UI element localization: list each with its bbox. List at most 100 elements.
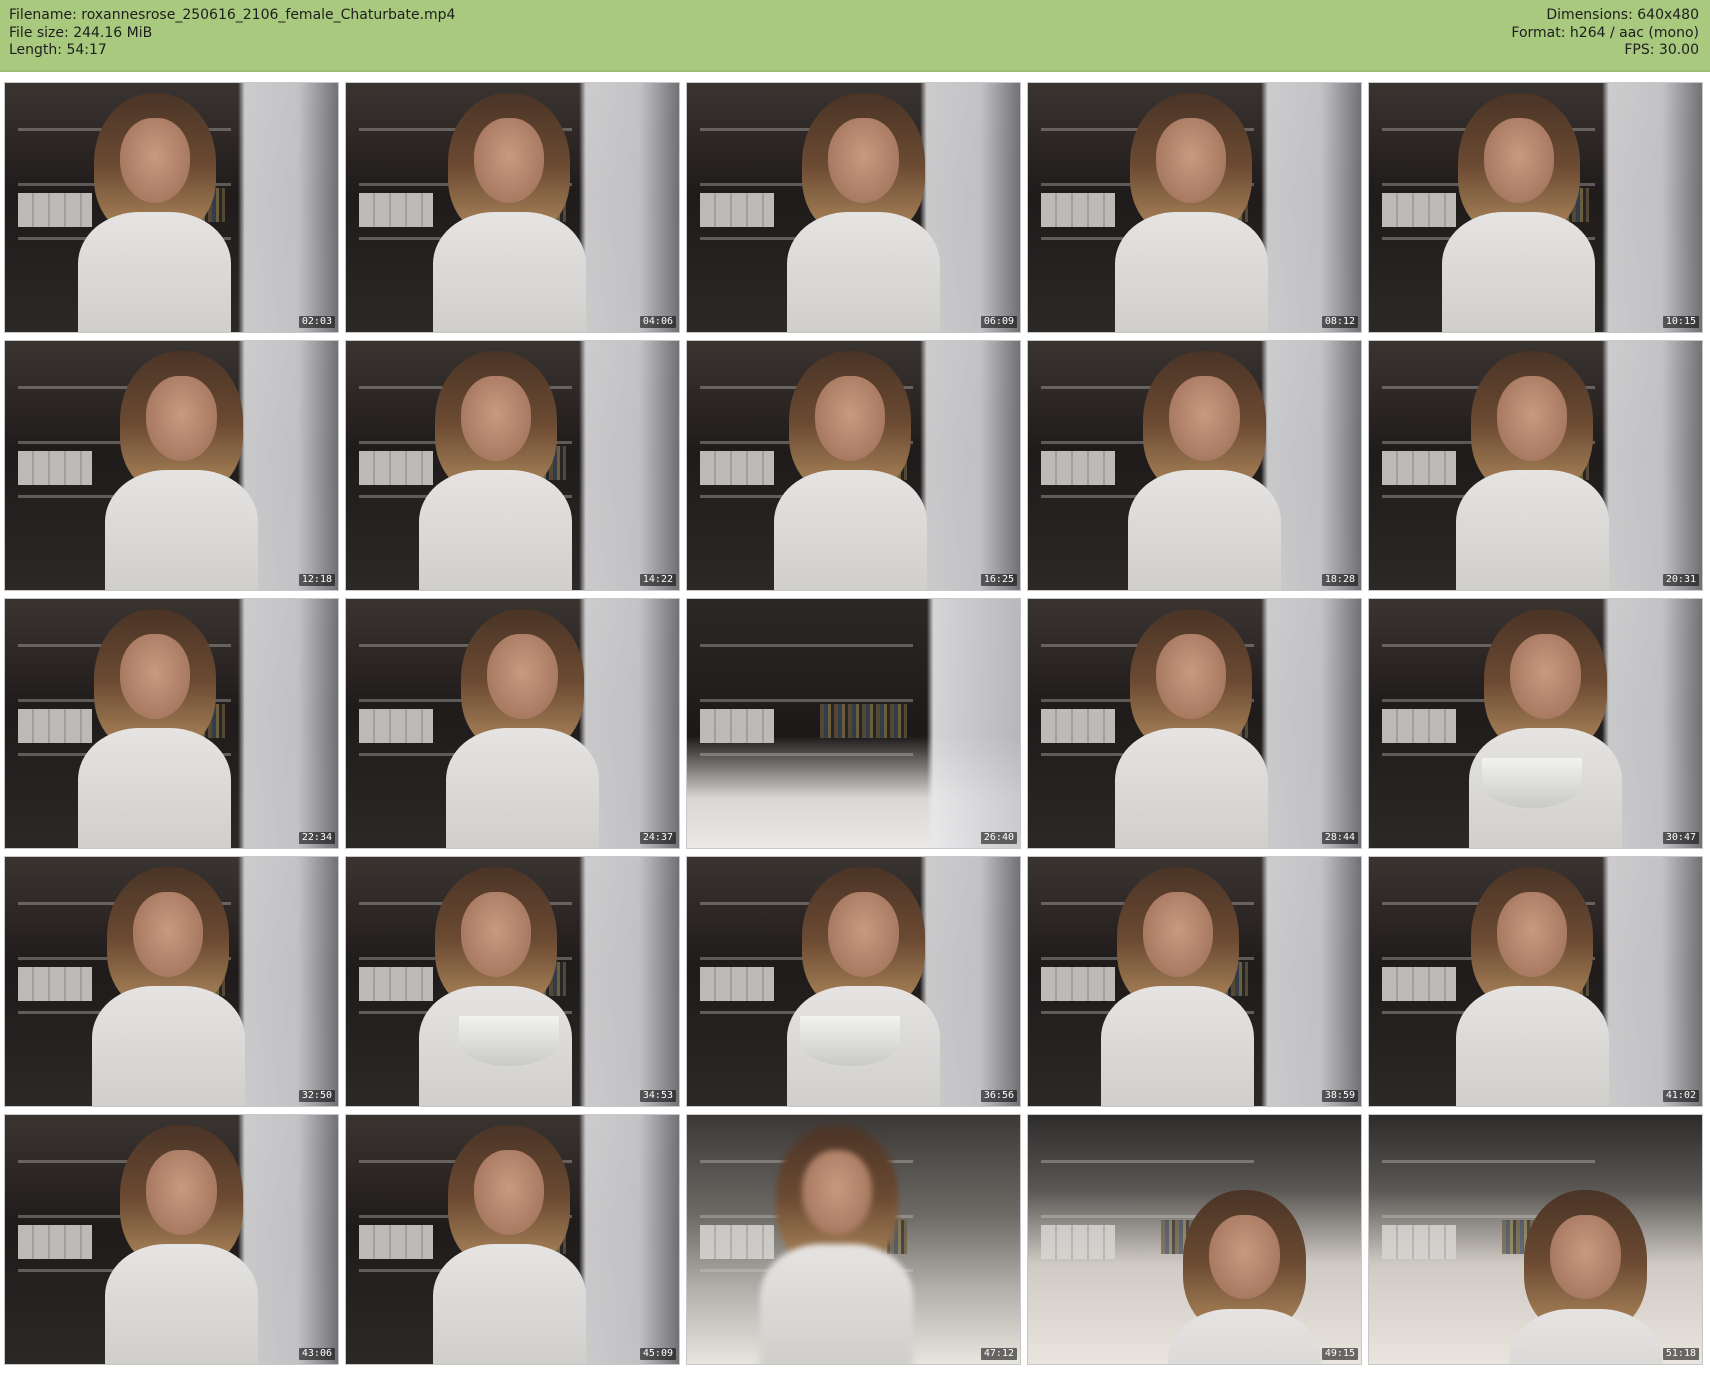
face <box>828 117 899 203</box>
white-shirt <box>91 986 245 1106</box>
face <box>460 891 532 977</box>
storage-boxes <box>1041 708 1115 744</box>
bookshelf-edge <box>1382 1159 1596 1163</box>
person-figure <box>78 608 232 848</box>
person-figure <box>91 866 245 1106</box>
video-frame-thumbnail: 10:15 <box>1368 82 1703 333</box>
video-frame-thumbnail: 43:06 <box>4 1114 339 1365</box>
storage-boxes <box>359 1224 433 1260</box>
frame-timestamp: 26:40 <box>980 832 1017 844</box>
video-frame-thumbnail: 41:02 <box>1368 856 1703 1107</box>
white-shirt <box>1167 1309 1322 1364</box>
frame-timestamp: 36:56 <box>980 1090 1017 1102</box>
storage-boxes <box>700 966 774 1002</box>
face <box>1483 117 1555 203</box>
frame-timestamp: 30:47 <box>1662 832 1699 844</box>
video-frame-thumbnail: 47:12 <box>686 1114 1021 1365</box>
white-shirt <box>1508 1309 1663 1364</box>
frame-timestamp: 14:22 <box>639 574 676 586</box>
fps-label: FPS: 30.00 <box>1624 42 1699 58</box>
video-frame-thumbnail: 30:47 <box>1368 598 1703 849</box>
bookshelf-edge <box>700 698 914 702</box>
frame-timestamp: 51:18 <box>1662 1348 1699 1360</box>
video-frame-thumbnail: 14:22 <box>345 340 680 591</box>
frame-image <box>1369 599 1702 848</box>
white-shirt <box>1114 212 1268 332</box>
frame-image <box>687 857 1020 1106</box>
face <box>473 117 545 203</box>
frame-timestamp: 18:28 <box>1321 574 1358 586</box>
frame-image <box>1369 857 1702 1106</box>
video-frame-thumbnail: 20:31 <box>1368 340 1703 591</box>
video-frame-thumbnail: 34:53 <box>345 856 680 1107</box>
white-shirt <box>1455 986 1609 1106</box>
thumbnail-grid: 02:03 04:06 06:09 08:12 10:15 12:18 14:22 16:25… <box>4 82 1703 1365</box>
metadata-right: Dimensions: 640x480 Format: h264 / aac (… <box>1511 7 1699 60</box>
person-figure <box>104 350 259 590</box>
frame-timestamp: 32:50 <box>298 1090 335 1102</box>
person-figure <box>1127 350 1282 590</box>
video-frame-thumbnail: 45:09 <box>345 1114 680 1365</box>
face <box>1550 1214 1621 1300</box>
storage-boxes <box>700 192 774 228</box>
white-shirt <box>445 728 600 848</box>
person-figure <box>1508 1189 1663 1364</box>
video-frame-thumbnail: 36:56 <box>686 856 1021 1107</box>
white-shirt <box>1455 470 1609 590</box>
storage-boxes <box>1382 1224 1456 1260</box>
white-shirt <box>432 212 586 332</box>
storage-boxes <box>18 966 92 1002</box>
storage-boxes <box>18 1224 92 1260</box>
frame-timestamp: 02:03 <box>298 316 335 328</box>
storage-boxes <box>1041 1224 1115 1260</box>
storage-boxes <box>1041 192 1115 228</box>
cereal-bowl <box>459 1016 560 1067</box>
frame-image <box>5 83 338 332</box>
person-figure <box>1114 92 1268 332</box>
frame-image <box>687 83 1020 332</box>
face <box>132 891 204 977</box>
face <box>1155 633 1227 719</box>
storage-boxes <box>1382 450 1456 486</box>
white-shirt <box>1442 212 1596 332</box>
frame-timestamp: 43:06 <box>298 1348 335 1360</box>
frame-timestamp: 49:15 <box>1321 1348 1358 1360</box>
cereal-bowl <box>1482 758 1583 809</box>
person-figure <box>1468 608 1623 848</box>
white-shirt <box>104 1244 259 1364</box>
person-figure <box>786 866 941 1106</box>
video-frame-thumbnail: 22:34 <box>4 598 339 849</box>
face <box>1209 1214 1280 1300</box>
face <box>146 375 217 461</box>
frame-timestamp: 28:44 <box>1321 832 1358 844</box>
face <box>1142 891 1214 977</box>
white-shirt <box>1101 986 1255 1106</box>
metadata-left: Filename: roxannesrose_250616_2106_femal… <box>9 7 455 60</box>
storage-boxes <box>359 708 433 744</box>
storage-boxes <box>1041 450 1115 486</box>
frame-image <box>346 1115 679 1364</box>
frame-image <box>687 341 1020 590</box>
person-figure <box>432 1124 586 1364</box>
white-shirt <box>78 212 232 332</box>
bookshelf-edge <box>700 753 914 757</box>
frame-timestamp: 41:02 <box>1662 1090 1699 1102</box>
frame-image <box>1028 857 1361 1106</box>
frame-timestamp: 38:59 <box>1321 1090 1358 1102</box>
face <box>828 891 899 977</box>
face <box>487 633 558 719</box>
person-figure <box>786 92 941 332</box>
video-frame-thumbnail: 26:40 <box>686 598 1021 849</box>
white-shirt <box>432 1244 586 1364</box>
person-figure <box>1167 1189 1322 1364</box>
video-frame-thumbnail: 04:06 <box>345 82 680 333</box>
frame-timestamp: 08:12 <box>1321 316 1358 328</box>
frame-timestamp: 20:31 <box>1662 574 1699 586</box>
frame-image <box>5 1115 338 1364</box>
frame-timestamp: 06:09 <box>980 316 1017 328</box>
white-shirt <box>1114 728 1268 848</box>
white-shirt <box>773 470 927 590</box>
bookshelf-edge <box>700 643 914 647</box>
storage-boxes <box>18 450 92 486</box>
frame-image <box>5 599 338 848</box>
